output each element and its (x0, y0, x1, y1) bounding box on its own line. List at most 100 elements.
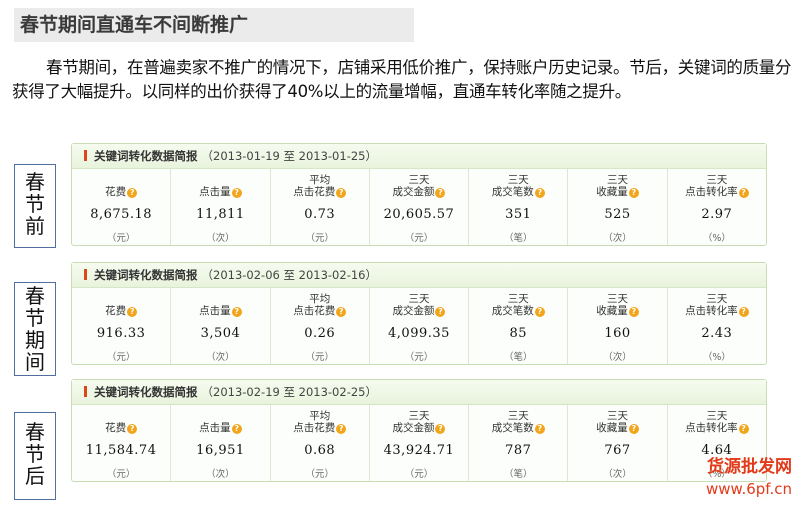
metric-value: 85 (509, 326, 528, 341)
metric-label-text: 收藏量 (596, 186, 628, 198)
metric-unit: （元） (106, 352, 136, 363)
metric-label-line2: 成交笔数? (469, 305, 567, 317)
metric-cell: 三天 收藏量? 160 （次） (568, 288, 668, 364)
help-icon[interactable]: ? (336, 188, 347, 198)
help-icon[interactable]: ? (534, 188, 545, 198)
metric-label-line2: 成交笔数? (469, 186, 567, 198)
metric-unit: （笔） (504, 352, 533, 363)
help-icon[interactable]: ? (231, 307, 242, 317)
side-label-during: 春节期间 (14, 282, 56, 376)
metric-label: 点击量? (171, 305, 269, 317)
metric-value: 787 (505, 443, 532, 458)
metric-value: 0.68 (304, 443, 336, 458)
metric-label: 点击量? (171, 422, 269, 434)
metric-label-line1: 三天 (408, 293, 430, 305)
metric-unit: （%） (702, 233, 731, 244)
metric-label: 三天 收藏量? (568, 293, 666, 317)
metric-cell: 平均 点击花费? 0.68 （元） (271, 405, 370, 481)
metric-cell: 点击量? 11,811 （次） (171, 169, 271, 245)
panel-date-range: （2013-02-19 至 2013-02-25） (201, 385, 377, 399)
accent-bar (84, 386, 87, 397)
metric-label-text: 成交金额 (392, 305, 435, 317)
panel-date-range: （2013-02-06 至 2013-02-16） (201, 268, 377, 282)
metric-cell: 三天 成交笔数? 85 （笔） (469, 288, 569, 364)
metric-label: 三天 成交笔数? (469, 174, 567, 198)
metric-cell: 平均 点击花费? 0.73 （元） (271, 169, 370, 245)
panel-header-title: 关键词转化数据简报 (94, 149, 198, 163)
metric-unit: （次） (603, 469, 632, 480)
help-icon[interactable]: ? (628, 307, 639, 317)
metric-label: 三天 点击转化率? (668, 174, 766, 198)
help-icon[interactable]: ? (738, 307, 749, 317)
metric-label-text: 成交金额 (392, 422, 435, 434)
metric-label-line1: 三天 (507, 410, 529, 422)
metric-cell: 三天 成交金额? 20,605.57 （元） (370, 169, 470, 245)
help-icon[interactable]: ? (231, 188, 242, 198)
intro-paragraph: 春节期间，在普遍卖家不推广的情况下，店铺采用低价推广，保持账户历史记录。节后，关… (12, 58, 792, 101)
metric-label: 三天 成交金额? (370, 293, 468, 317)
help-icon[interactable]: ? (127, 188, 138, 198)
metric-unit: （次） (603, 352, 632, 363)
metric-cell: 花费? 916.33 （元） (72, 288, 172, 364)
metric-label: 平均 点击花费? (271, 174, 369, 198)
metric-label-text: 成交笔数 (491, 186, 534, 198)
help-icon[interactable]: ? (127, 307, 138, 317)
metric-label-line2: 点击量? (171, 422, 269, 434)
metric-label-line2: 点击花费? (271, 186, 369, 198)
panel-header: 关键词转化数据简报 （2013-01-19 至 2013-01-25） (72, 144, 766, 169)
watermark-brand: 货源批发网 (707, 457, 792, 477)
metric-unit: （元） (305, 469, 334, 480)
metric-label-line1: 平均 (309, 410, 331, 422)
metric-value: 4,099.35 (388, 326, 450, 341)
metric-unit: （%） (702, 352, 731, 363)
metric-label: 三天 成交笔数? (469, 410, 567, 434)
metric-value: 20,605.57 (383, 207, 455, 222)
metric-unit: （次） (206, 233, 235, 244)
panel-header-title: 关键词转化数据简报 (94, 268, 198, 282)
help-icon[interactable]: ? (231, 424, 242, 434)
metric-unit: （元） (106, 469, 136, 480)
help-icon[interactable]: ? (534, 307, 545, 317)
help-icon[interactable]: ? (738, 424, 749, 434)
help-icon[interactable]: ? (435, 307, 446, 317)
metric-label-line2: 成交金额? (370, 186, 468, 198)
help-icon[interactable]: ? (435, 424, 446, 434)
help-icon[interactable]: ? (628, 188, 639, 198)
metric-unit: （元） (305, 233, 334, 244)
metric-label-line2: 收藏量? (568, 422, 666, 434)
panel-header: 关键词转化数据简报 （2013-02-06 至 2013-02-16） (72, 263, 766, 288)
metric-label-text: 收藏量 (596, 305, 628, 317)
metric-unit: （次） (206, 352, 235, 363)
metric-label-text: 花费 (105, 305, 127, 317)
metric-cell: 花费? 11,584.74 （元） (72, 405, 172, 481)
metric-value: 16,951 (196, 443, 245, 458)
report-panel-during: 关键词转化数据简报 （2013-02-06 至 2013-02-16） 花费? 91… (71, 262, 767, 365)
metrics-row: 花费? 8,675.18 （元） 点击量? 11,811 （次） 平均 点击花费? 0.73 （元… (72, 169, 766, 245)
metric-label-line2: 花费? (72, 422, 170, 434)
help-icon[interactable]: ? (435, 188, 446, 198)
help-icon[interactable]: ? (628, 424, 639, 434)
metric-cell: 三天 成交金额? 4,099.35 （元） (370, 288, 470, 364)
metrics-row: 花费? 11,584.74 （元） 点击量? 16,951 （次） 平均 点击花费? 0.68 （… (72, 405, 766, 481)
help-icon[interactable]: ? (738, 188, 749, 198)
metric-cell: 三天 点击转化率? 2.43 （%） (668, 288, 766, 364)
metric-value: 916.33 (96, 326, 146, 341)
help-icon[interactable]: ? (534, 424, 545, 434)
help-icon[interactable]: ? (127, 424, 138, 434)
metric-label-line1: 三天 (706, 174, 728, 186)
metric-label-text: 点击量 (199, 305, 231, 317)
metric-label-line2: 点击转化率? (668, 186, 766, 198)
metric-label-line2: 点击转化率? (668, 305, 766, 317)
help-icon[interactable]: ? (336, 307, 347, 317)
metric-label-text: 点击转化率 (685, 305, 738, 317)
metric-value: 767 (604, 443, 631, 458)
metric-cell: 三天 成交金额? 43,924.71 （元） (370, 405, 470, 481)
report-panel-after: 关键词转化数据简报 （2013-02-19 至 2013-02-25） 花费? 11… (71, 379, 767, 482)
metric-cell: 点击量? 3,504 （次） (171, 288, 271, 364)
metric-label-line1: 三天 (507, 174, 529, 186)
help-icon[interactable]: ? (336, 424, 347, 434)
side-label-text: 春节期间 (25, 284, 45, 374)
metric-label-text: 成交金额 (392, 186, 435, 198)
metric-label-text: 点击花费 (293, 186, 336, 198)
report-panel-before: 关键词转化数据简报 （2013-01-19 至 2013-01-25） 花费? 8,… (71, 143, 767, 246)
